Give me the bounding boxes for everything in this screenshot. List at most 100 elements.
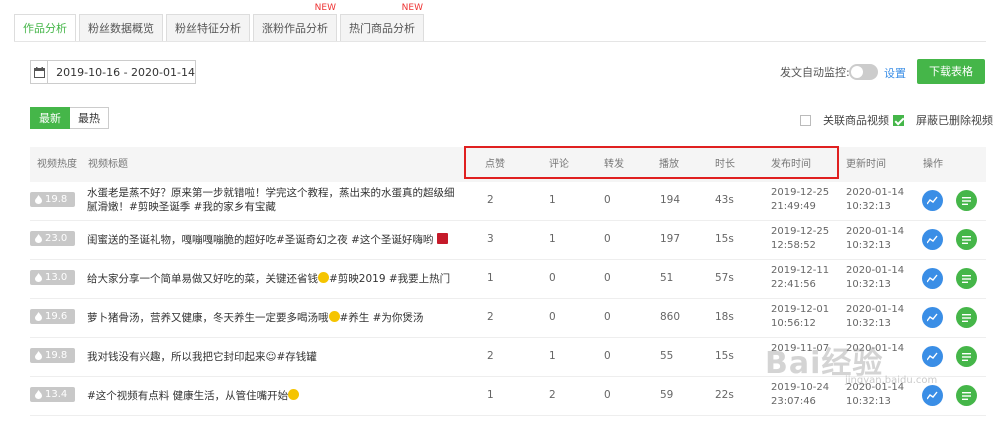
- trend-chart-button[interactable]: [922, 268, 943, 289]
- table-row: 19.6 萝卜猪骨汤，营养又健康，冬天养生一定要多喝汤哦 #养生 #为你煲汤 2 …: [30, 300, 986, 338]
- new-badge: NEW: [314, 3, 336, 13]
- related-goods-checkbox[interactable]: [800, 114, 811, 126]
- detail-button[interactable]: [956, 268, 977, 289]
- shares-value: 0: [604, 272, 611, 284]
- duration-value: 22s: [715, 389, 734, 401]
- list-icon: [962, 274, 971, 283]
- shares-value: 0: [604, 194, 611, 206]
- heat-badge: 13.4: [30, 387, 75, 402]
- sort-toggle: 最新 最热: [30, 107, 109, 129]
- heat-value: 19.8: [45, 194, 68, 205]
- detail-button[interactable]: [956, 190, 977, 211]
- col-heat[interactable]: 视频热度: [37, 147, 77, 182]
- detail-button[interactable]: [956, 346, 977, 367]
- highlight-box: [464, 146, 839, 179]
- update-time-value: 2020-01-14 10:32:13: [846, 304, 905, 329]
- list-icon: [962, 313, 971, 322]
- publish-time-value: 2019-12-25 21:49:49: [771, 187, 830, 212]
- flame-icon: [35, 234, 42, 243]
- tab-hot-goods[interactable]: 热门商品分析 NEW: [340, 3, 424, 42]
- tab-label: 热门商品分析: [349, 22, 415, 35]
- duration-value: 15s: [715, 233, 734, 245]
- plays-value: 51: [660, 272, 674, 284]
- table-row: 13.4 #这个视频有点料 健康生活，从管住嘴开始 1 2 0 59 22s 2…: [30, 378, 986, 416]
- heat-badge: 13.0: [30, 270, 75, 285]
- likes-value: 1: [487, 389, 494, 401]
- video-title[interactable]: 萝卜猪骨汤，营养又健康，冬天养生一定要多喝汤哦 #养生 #为你煲汤: [87, 311, 457, 325]
- comments-value: 1: [549, 194, 556, 206]
- trend-chart-button[interactable]: [922, 190, 943, 211]
- update-time-value: 2020-01-14 10:32:13: [846, 187, 905, 212]
- detail-button[interactable]: [956, 385, 977, 406]
- plays-value: 59: [660, 389, 674, 401]
- trend-chart-button[interactable]: [922, 385, 943, 406]
- trend-icon: [927, 235, 938, 244]
- tab-growth-works[interactable]: 涨粉作品分析 NEW: [253, 3, 337, 42]
- grin-emoji-icon: [328, 311, 340, 322]
- likes-value: 2: [487, 350, 494, 362]
- tab-label: 作品分析: [23, 22, 67, 35]
- col-actions: 操作: [923, 159, 943, 170]
- hot-tag-icon: [436, 233, 448, 244]
- tab-fans-overview[interactable]: 粉丝数据概览: [79, 14, 163, 42]
- table-row: 13.0 给大家分享一个简单易做又好吃的菜，关键还省钱 #剪映2019 #我要上热…: [30, 261, 986, 299]
- shares-value: 0: [604, 233, 611, 245]
- duration-value: 18s: [715, 311, 734, 323]
- list-icon: [962, 196, 971, 205]
- table-row: 19.8 水蛋老是蒸不好？原来第一步就错啦！学完这个教程，蒸出来的水蛋真的超级细…: [30, 183, 986, 221]
- tab-divider: [14, 41, 986, 42]
- settings-link[interactable]: 设置: [884, 65, 906, 81]
- video-title[interactable]: #这个视频有点料 健康生活，从管住嘴开始: [87, 389, 457, 403]
- publish-time-value: 2019-10-24 23:07:46: [771, 382, 830, 407]
- auto-monitor-toggle[interactable]: [849, 64, 878, 80]
- shares-value: 0: [604, 311, 611, 323]
- hide-deleted-label: 屏蔽已删除视频: [916, 114, 993, 127]
- shares-value: 0: [604, 389, 611, 401]
- heat-badge: 23.0: [30, 231, 75, 246]
- update-time-value: 2020-01-14 10:32:13: [846, 265, 905, 290]
- comments-value: 1: [549, 233, 556, 245]
- hide-deleted-filter[interactable]: 屏蔽已删除视频: [893, 112, 993, 128]
- date-range-picker[interactable]: 2019-10-16 - 2020-01-14: [30, 60, 196, 84]
- detail-button[interactable]: [956, 229, 977, 250]
- grin-emoji-icon: [318, 272, 329, 283]
- sort-latest-button[interactable]: 最新: [30, 107, 70, 129]
- tab-label: 涨粉作品分析: [262, 22, 328, 35]
- detail-button[interactable]: [956, 307, 977, 328]
- video-title[interactable]: 闺蜜送的圣诞礼物，嘎嘣嘎嘣脆的超好吃#圣诞奇幻之夜 #这个圣诞好嗨哟: [87, 233, 457, 247]
- hide-deleted-checkbox[interactable]: [893, 114, 904, 126]
- plays-value: 55: [660, 350, 674, 362]
- tab-label: 粉丝数据概览: [88, 22, 154, 35]
- grin-emoji-icon: [288, 389, 300, 400]
- heat-value: 13.4: [45, 389, 68, 400]
- flame-icon: [35, 273, 42, 282]
- tab-fans-features[interactable]: 粉丝特征分析: [166, 14, 250, 42]
- list-icon: [962, 352, 971, 361]
- likes-value: 1: [487, 272, 494, 284]
- watermark-url: jingyan.baidu.com: [845, 375, 938, 386]
- date-range-value: 2019-10-16 - 2020-01-14: [56, 65, 195, 79]
- col-update-time: 更新时间: [846, 159, 886, 170]
- publish-time-value: 2019-12-25 12:58:52: [771, 226, 830, 251]
- comments-value: 0: [549, 272, 556, 284]
- plays-value: 860: [660, 311, 681, 323]
- likes-value: 3: [487, 233, 494, 245]
- shares-value: 0: [604, 350, 611, 362]
- tab-works-analysis[interactable]: 作品分析: [14, 14, 76, 42]
- related-goods-filter[interactable]: 关联商品视频: [800, 112, 889, 128]
- video-title[interactable]: 给大家分享一个简单易做又好吃的菜，关键还省钱 #剪映2019 #我要上热门: [87, 272, 457, 286]
- flame-icon: [35, 390, 42, 399]
- sort-hottest-button[interactable]: 最热: [70, 107, 109, 129]
- trend-chart-button[interactable]: [922, 307, 943, 328]
- duration-value: 43s: [715, 194, 734, 206]
- video-title[interactable]: 水蛋老是蒸不好？原来第一步就错啦！学完这个教程，蒸出来的水蛋真的超级细腻滑嫩！#…: [87, 186, 457, 214]
- video-title[interactable]: 我对钱没有兴趣，所以我把它封印起来☺#存钱罐: [87, 350, 457, 364]
- related-goods-label: 关联商品视频: [823, 114, 889, 127]
- duration-value: 15s: [715, 350, 734, 362]
- trend-chart-button[interactable]: [922, 346, 943, 367]
- auto-monitor-label: 发文自动监控:: [780, 66, 850, 79]
- col-title: 视频标题: [88, 159, 128, 170]
- download-table-button[interactable]: 下载表格: [917, 59, 985, 84]
- trend-chart-button[interactable]: [922, 229, 943, 250]
- trend-icon: [927, 391, 938, 400]
